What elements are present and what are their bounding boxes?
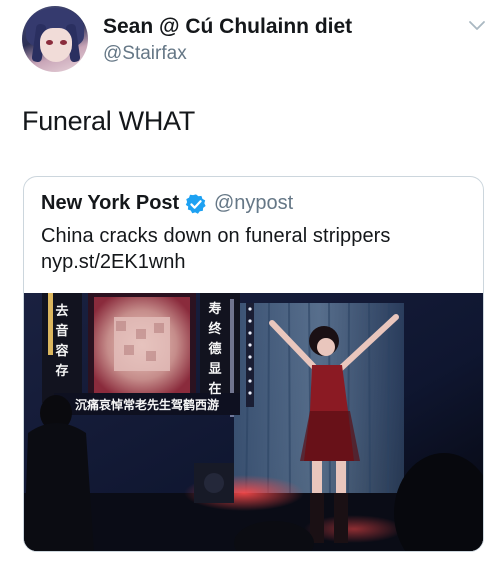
quoted-tweet-link[interactable]: nyp.st/2EK1wnh <box>41 251 186 274</box>
avatar-face <box>40 28 72 62</box>
banner-right-char: 寿 <box>208 301 221 317</box>
author-display-name[interactable]: Sean @ Cú Chulainn diet <box>103 15 352 39</box>
funeral-stage-photo: 去 音 容 存 寿 终 德 显 在 沉痛哀悼常老先生驾鹤西游 <box>24 293 483 551</box>
banner-right-char: 在 <box>208 381 221 397</box>
banner-right-char: 显 <box>208 362 221 377</box>
banner-left-char: 存 <box>55 363 68 379</box>
tweet-text: Funeral WHAT <box>22 106 195 136</box>
avatar-eye <box>46 40 53 45</box>
avatar-eye <box>60 40 67 45</box>
quoted-tweet-text: China cracks down on funeral strippers <box>41 225 391 247</box>
banner-left-char: 去 <box>55 303 68 319</box>
quoted-author-handle[interactable]: @nypost <box>214 192 293 215</box>
tweet-header: Sean @ Cú Chulainn diet @Stairfax <box>22 6 490 76</box>
avatar[interactable] <box>22 6 88 72</box>
quoted-author-name[interactable]: New York Post <box>41 192 179 215</box>
author-handle[interactable]: @Stairfax <box>103 43 187 65</box>
verified-badge-icon <box>185 194 206 214</box>
banner-right-char: 德 <box>208 341 221 357</box>
banner-right-char: 终 <box>208 321 222 337</box>
quoted-tweet-photo[interactable]: 去 音 容 存 寿 终 德 显 在 沉痛哀悼常老先生驾鹤西游 <box>24 293 483 551</box>
banner-bottom-text: 沉痛哀悼常老先生驾鹤西游 <box>75 397 219 412</box>
banner-left-char: 音 <box>55 323 68 339</box>
chevron-down-icon[interactable] <box>468 20 486 32</box>
quoted-tweet-card[interactable]: New York Post @nypost China cracks down … <box>23 176 484 552</box>
banner-left-char: 容 <box>54 343 68 359</box>
